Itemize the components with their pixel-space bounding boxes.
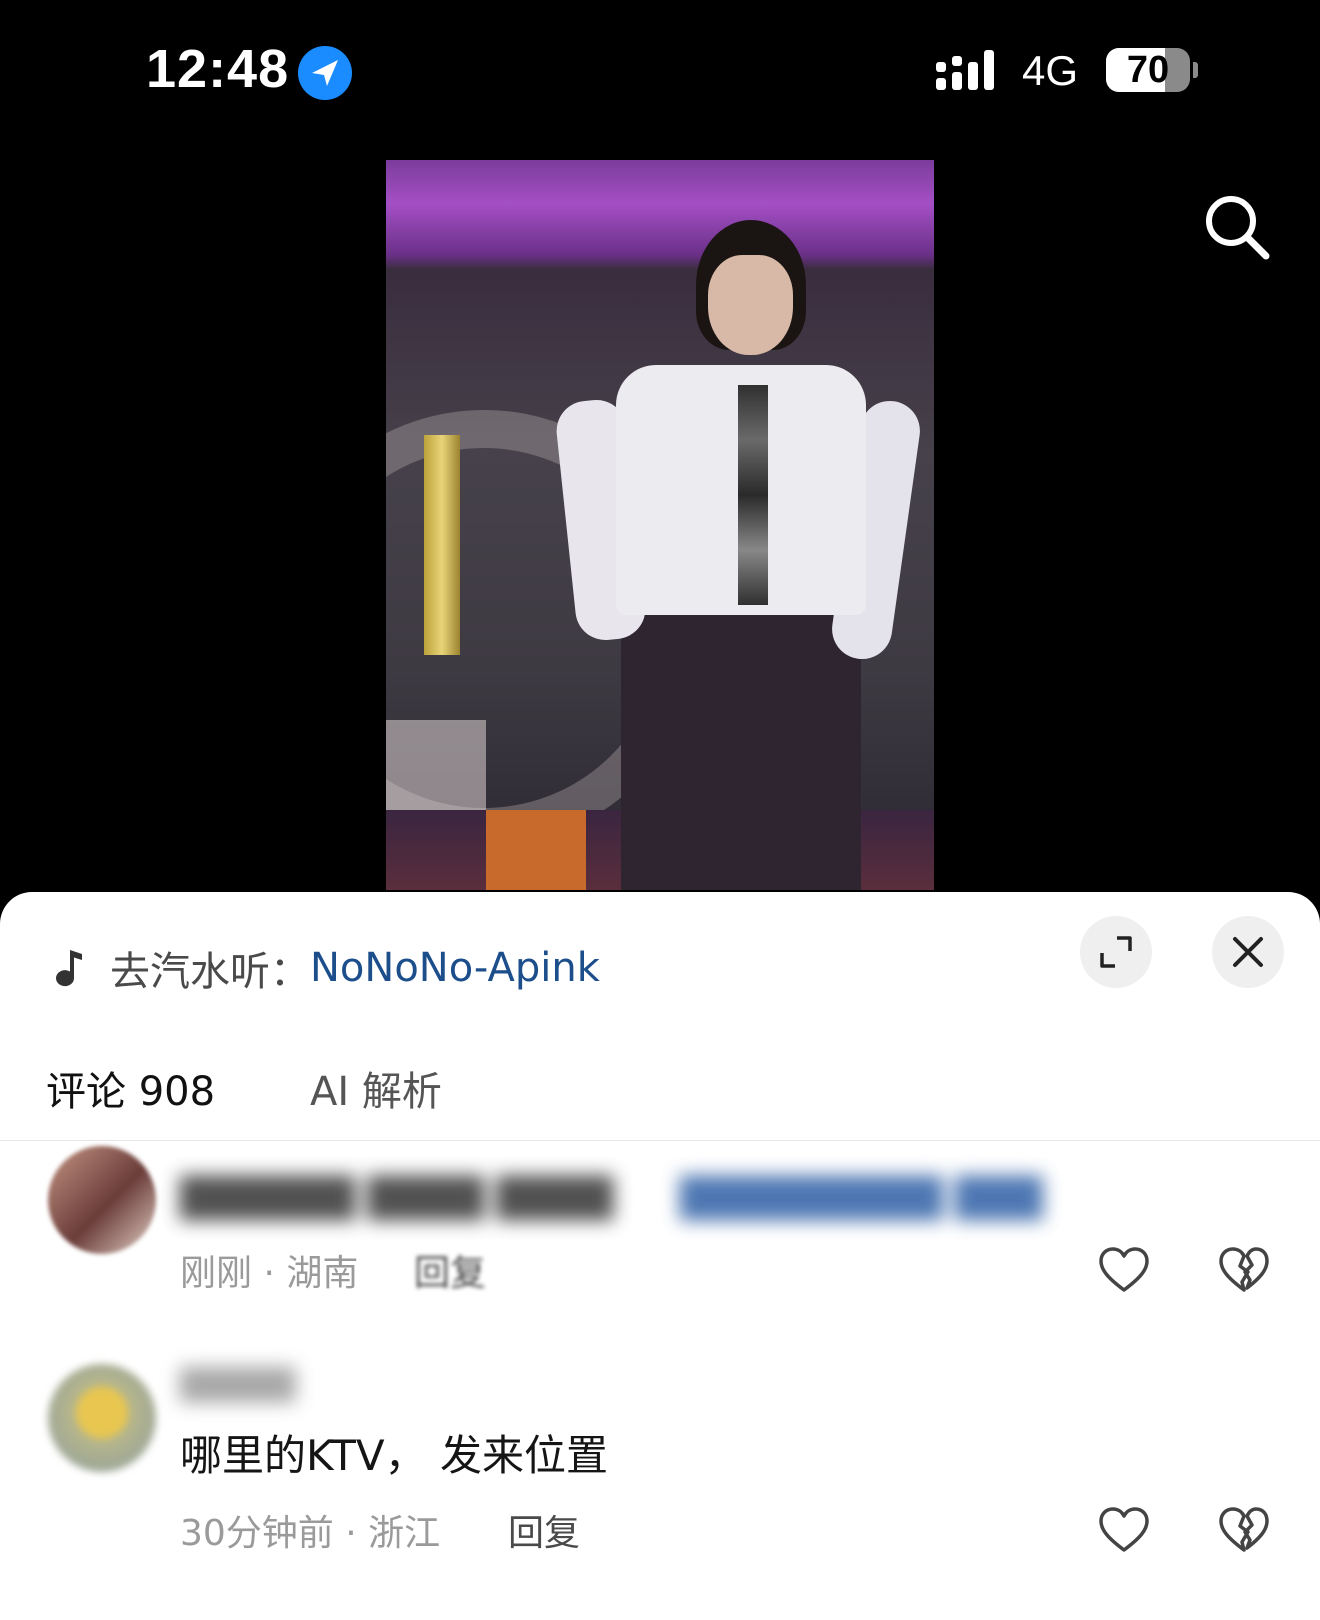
battery-cap (1193, 62, 1198, 78)
stage-box (486, 810, 586, 890)
music-song-title[interactable]: NoNoNo-Apink (310, 945, 600, 991)
signal-icon (936, 50, 994, 90)
comments-sheet: 去汽水听： NoNoNo-Apink 评论 908 AI 解析 ██████ █… (0, 892, 1320, 1620)
stage-post (424, 435, 460, 655)
status-time: 12:48 (146, 39, 290, 99)
comment-item: ██████ ████ ████ █████████ ███ 刚刚 · 湖南 回… (0, 1146, 1320, 1316)
close-icon (1233, 937, 1263, 967)
broken-heart-icon[interactable] (1218, 1506, 1270, 1554)
comment-text: 哪里的KTV， 发来位置 (180, 1431, 609, 1480)
heart-icon[interactable] (1098, 1506, 1150, 1554)
tab-ai-analysis[interactable]: AI 解析 (310, 1060, 442, 1124)
tab-comments[interactable]: 评论 908 (46, 1060, 215, 1124)
avatar[interactable] (48, 1146, 156, 1254)
status-bar: 12:48 4G 70 (0, 0, 1320, 140)
music-prefix: 去汽水听： (110, 949, 310, 995)
comment-meta: 刚刚 · 湖南 (180, 1253, 359, 1294)
location-arrow-icon (298, 46, 352, 100)
blurred-comment-link: █████████ ███ (680, 1176, 1043, 1220)
avatar[interactable] (48, 1364, 156, 1472)
blurred-comment-text: ██████ ████ ████ (180, 1176, 614, 1220)
broken-heart-icon[interactable] (1218, 1246, 1270, 1294)
battery-icon: 70 (1106, 48, 1190, 92)
battery-level: 70 (1126, 49, 1170, 91)
blurred-username: █████ (180, 1368, 296, 1403)
expand-icon (1100, 936, 1132, 968)
comment-item: █████ 哪里的KTV， 发来位置 30分钟前 · 浙江 回复 (0, 1352, 1320, 1602)
heart-icon[interactable] (1098, 1246, 1150, 1294)
network-type: 4G (1022, 47, 1079, 94)
expand-button[interactable] (1080, 916, 1152, 988)
performer-tie (738, 385, 768, 605)
reply-button[interactable]: 回复 (508, 1504, 580, 1556)
video-player[interactable] (386, 160, 934, 890)
reply-button[interactable]: 回复 (414, 1244, 486, 1296)
performer-pants (621, 615, 861, 890)
music-note-icon (56, 950, 82, 987)
search-icon[interactable] (1202, 192, 1272, 262)
music-link[interactable]: 去汽水听： NoNoNo-Apink (52, 932, 600, 1004)
sheet-tabs: 评论 908 AI 解析 (0, 1060, 1320, 1141)
performer-face (708, 255, 793, 355)
comment-meta: 30分钟前 · 浙江 (180, 1513, 441, 1554)
close-button[interactable] (1212, 916, 1284, 988)
